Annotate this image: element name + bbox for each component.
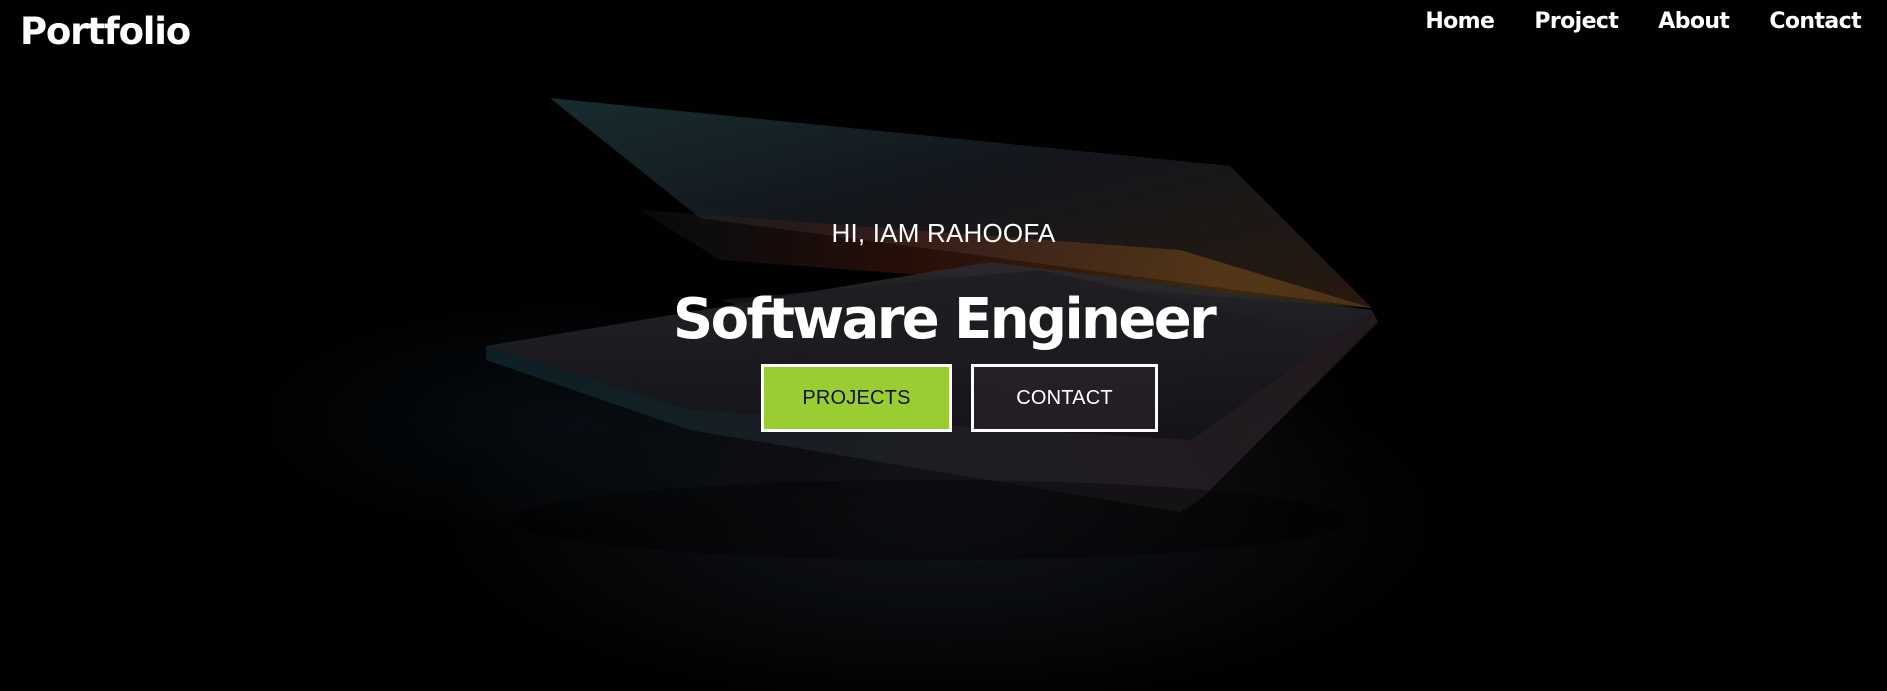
hero-greeting: HI, IAM RAHOOFA <box>831 218 1056 248</box>
nav-item-home: Home <box>1425 8 1495 36</box>
nav-item-about: About <box>1658 8 1730 36</box>
nav-link-project[interactable]: Project <box>1534 8 1619 36</box>
nav-item-contact: Contact <box>1769 8 1861 36</box>
nav-link-about[interactable]: About <box>1658 8 1730 36</box>
hero-section: Portfolio Home Project About Contact HI,… <box>0 0 1887 691</box>
site-logo[interactable]: Portfolio <box>20 8 191 56</box>
contact-button[interactable]: CONTACT <box>971 364 1158 432</box>
hero-title: Software Engineer <box>672 287 1217 352</box>
nav-link-contact[interactable]: Contact <box>1769 8 1861 36</box>
nav-item-project: Project <box>1534 8 1619 36</box>
main-nav: Home Project About Contact <box>1425 8 1861 36</box>
projects-button[interactable]: PROJECTS <box>761 364 952 432</box>
nav-link-home[interactable]: Home <box>1425 8 1495 36</box>
